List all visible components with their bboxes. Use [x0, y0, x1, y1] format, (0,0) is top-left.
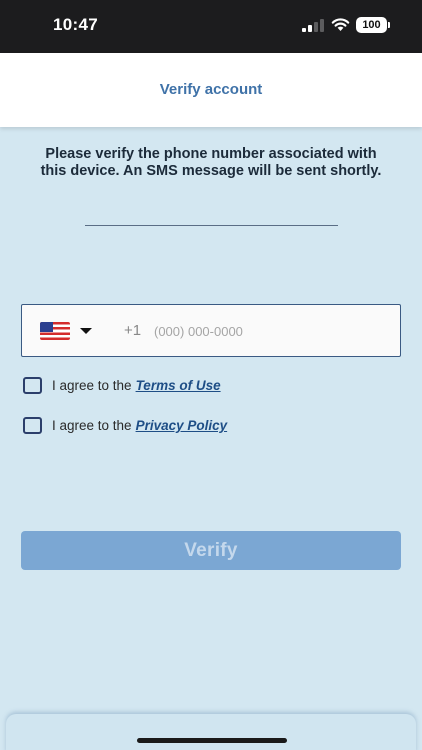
privacy-label: I agree to the	[52, 418, 132, 433]
country-code: +1	[124, 322, 142, 339]
privacy-policy-link[interactable]: Privacy Policy	[136, 418, 228, 433]
header: Verify account	[0, 53, 422, 127]
terms-checkbox[interactable]	[23, 377, 42, 394]
chevron-down-icon[interactable]	[80, 328, 92, 334]
page-title: Verify account	[159, 81, 263, 98]
phone-input[interactable]	[154, 317, 384, 345]
status-time: 10:47	[53, 15, 98, 34]
terms-of-use-link[interactable]: Terms of Use	[136, 378, 221, 393]
privacy-row: I agree to the Privacy Policy	[23, 417, 227, 434]
cellular-signal-icon	[302, 19, 324, 32]
divider	[85, 225, 338, 226]
battery-icon: 100	[356, 17, 390, 33]
instructions-text: Please verify the phone number associate…	[40, 146, 382, 179]
terms-row: I agree to the Terms of Use	[23, 377, 221, 394]
phone-number-field: +1	[21, 304, 401, 357]
privacy-checkbox[interactable]	[23, 417, 42, 434]
us-flag-icon[interactable]	[40, 322, 70, 340]
terms-label: I agree to the	[52, 378, 132, 393]
bottom-sheet	[6, 714, 416, 750]
home-indicator[interactable]	[137, 738, 287, 743]
verify-button[interactable]: Verify	[21, 531, 401, 570]
status-bar: 10:47 100	[0, 0, 422, 53]
wifi-icon	[331, 18, 350, 31]
